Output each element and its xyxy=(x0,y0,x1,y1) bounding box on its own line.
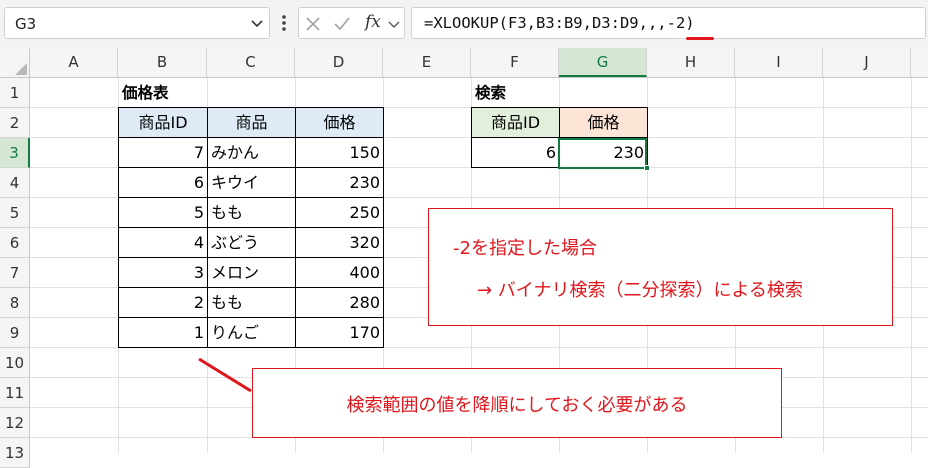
cell-price[interactable]: 250 xyxy=(296,198,383,228)
formula-text: =XLOOKUP(F3,B3:B9,D3:D9,,,-2) xyxy=(424,14,695,32)
formula-input[interactable]: =XLOOKUP(F3,B3:B9,D3:D9,,,-2) xyxy=(411,7,926,40)
table-border xyxy=(207,107,208,348)
row-header-1[interactable]: 1 xyxy=(0,78,30,108)
column-header-d[interactable]: D xyxy=(295,48,383,77)
cell-product[interactable]: もも xyxy=(208,288,295,318)
gridline xyxy=(911,78,912,453)
insert-function-icon[interactable]: fx xyxy=(365,12,381,32)
callout-descending-note: 検索範囲の値を降順にしておく必要がある xyxy=(252,368,782,438)
cell-price[interactable]: 280 xyxy=(296,288,383,318)
row-header-13[interactable]: 13 xyxy=(0,438,30,468)
column-header-e[interactable]: E xyxy=(383,48,471,77)
table-border xyxy=(118,257,384,258)
table-border xyxy=(118,317,384,318)
more-options-icon[interactable] xyxy=(280,12,288,34)
column-header-b[interactable]: B xyxy=(118,48,207,77)
header-product-id[interactable]: 商品ID xyxy=(119,108,207,138)
table-border xyxy=(118,227,384,228)
row-header-7[interactable]: 7 xyxy=(0,258,30,288)
row-header-5[interactable]: 5 xyxy=(0,198,30,228)
cell-price[interactable]: 320 xyxy=(296,228,383,258)
price-table-title[interactable]: 価格表 xyxy=(119,78,239,108)
cell-price[interactable]: 400 xyxy=(296,258,383,288)
formula-bar: G3 fx =XLOOKUP(F3,B3:B9,D3:D9,,,-2) xyxy=(0,0,928,48)
column-header-h[interactable]: H xyxy=(647,48,735,77)
column-header-j[interactable]: J xyxy=(823,48,911,77)
cell-product[interactable]: りんご xyxy=(208,318,295,348)
row-header-3[interactable]: 3 xyxy=(0,138,30,168)
cell-product[interactable]: キウイ xyxy=(208,168,295,198)
callout-line-1: -2を指定した場合 xyxy=(453,238,597,259)
column-header-a[interactable]: A xyxy=(30,48,118,77)
cell-id[interactable]: 2 xyxy=(119,288,207,318)
column-header-bar: A B C D E F G H I J xyxy=(0,48,928,78)
cell-id[interactable]: 6 xyxy=(119,168,207,198)
table-border xyxy=(471,107,472,168)
cell-id[interactable]: 5 xyxy=(119,198,207,228)
column-header-i[interactable]: I xyxy=(735,48,823,77)
table-border xyxy=(118,287,384,288)
formula-controls: fx xyxy=(298,7,405,39)
fill-handle[interactable] xyxy=(644,165,650,171)
cell-id[interactable]: 3 xyxy=(119,258,207,288)
table-border xyxy=(647,107,648,168)
name-box[interactable]: G3 xyxy=(4,7,270,39)
callout-line-2: → バイナリ検索（二分探索）による検索 xyxy=(477,280,803,301)
callout-note-text: 検索範囲の値を降順にしておく必要がある xyxy=(346,395,688,416)
row-header-11[interactable]: 11 xyxy=(0,378,30,408)
column-header-g[interactable]: G xyxy=(559,48,647,77)
cell-id[interactable]: 4 xyxy=(119,228,207,258)
cell-price[interactable]: 170 xyxy=(296,318,383,348)
header-price[interactable]: 価格 xyxy=(296,108,383,138)
row-header-4[interactable]: 4 xyxy=(0,168,30,198)
cell-price[interactable]: 230 xyxy=(296,168,383,198)
table-border xyxy=(118,197,384,198)
callout-pointer-line xyxy=(198,357,252,393)
search-table-title[interactable]: 検索 xyxy=(472,78,559,108)
cell-product[interactable]: もも xyxy=(208,198,295,228)
row-header-12[interactable]: 12 xyxy=(0,408,30,438)
table-border xyxy=(118,347,384,348)
row-header-10[interactable]: 10 xyxy=(0,348,30,378)
table-border xyxy=(118,137,384,138)
active-cell-selection[interactable] xyxy=(558,138,647,169)
header-search-price[interactable]: 価格 xyxy=(560,108,647,138)
table-border xyxy=(118,167,384,168)
cell-id[interactable]: 1 xyxy=(119,318,207,348)
table-border xyxy=(383,107,384,348)
search-id-input-cell[interactable]: 6 xyxy=(472,138,559,168)
enter-check-icon[interactable] xyxy=(333,16,351,32)
header-product[interactable]: 商品 xyxy=(208,108,295,138)
row-header-6[interactable]: 6 xyxy=(0,228,30,258)
cancel-icon[interactable] xyxy=(305,16,321,32)
formula-highlight-underline xyxy=(686,37,714,40)
name-box-value: G3 xyxy=(15,15,37,33)
row-header-8[interactable]: 8 xyxy=(0,288,30,318)
cell-product[interactable]: メロン xyxy=(208,258,295,288)
cell-id[interactable]: 7 xyxy=(119,138,207,168)
chevron-down-icon[interactable] xyxy=(249,14,265,32)
column-header-f[interactable]: F xyxy=(471,48,559,77)
cell-product[interactable]: みかん xyxy=(208,138,295,168)
cell-price[interactable]: 150 xyxy=(296,138,383,168)
callout-binary-search: -2を指定した場合 → バイナリ検索（二分探索）による検索 xyxy=(428,208,893,326)
select-all-corner[interactable] xyxy=(0,48,30,78)
column-header-c[interactable]: C xyxy=(207,48,295,77)
row-header-9[interactable]: 9 xyxy=(0,318,30,348)
cell-product[interactable]: ぶどう xyxy=(208,228,295,258)
table-border xyxy=(295,107,296,348)
chevron-down-icon[interactable] xyxy=(387,16,401,32)
table-border xyxy=(118,107,119,348)
table-border xyxy=(118,107,384,108)
header-search-product-id[interactable]: 商品ID xyxy=(472,108,559,138)
row-header-2[interactable]: 2 xyxy=(0,108,30,138)
